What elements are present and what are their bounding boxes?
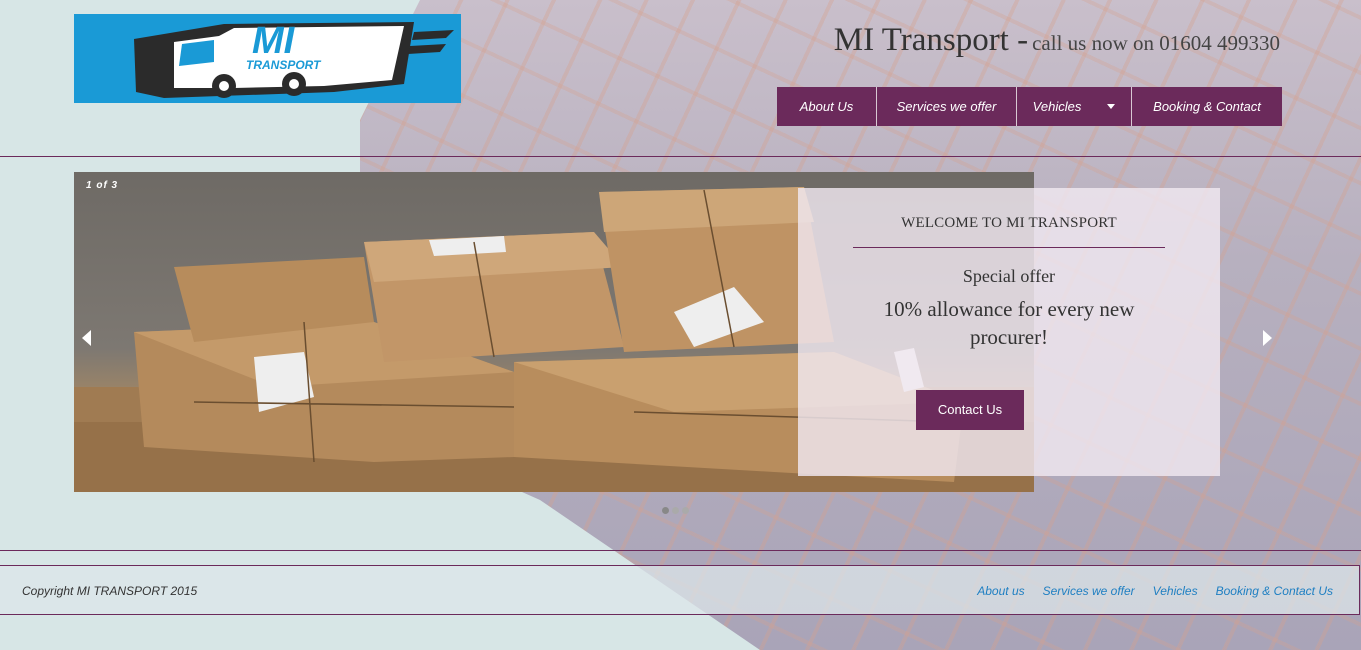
slider-pagination (662, 507, 689, 514)
slider-dot-3[interactable] (682, 507, 689, 514)
nav-booking-label: Booking & Contact (1153, 99, 1261, 114)
footer-link-vehicles[interactable]: Vehicles (1153, 584, 1198, 598)
footer-link-about[interactable]: About us (977, 584, 1024, 598)
slide-counter: 1 of 3 (86, 180, 119, 191)
site-logo[interactable]: MI TRANSPORT (74, 14, 461, 103)
logo-subtext: TRANSPORT (246, 58, 321, 72)
main-nav: About Us Services we offer Vehicles Book… (777, 87, 1282, 126)
footer-link-services[interactable]: Services we offer (1043, 584, 1135, 598)
welcome-divider (853, 247, 1165, 248)
welcome-title: WELCOME TO MI TRANSPORT (901, 215, 1117, 231)
site-footer: Copyright MI TRANSPORT 2015 About us Ser… (0, 565, 1360, 615)
nav-about-us-label: About Us (799, 99, 854, 114)
slider-dot-2[interactable] (672, 507, 679, 514)
phone-number: call us now on 01604 499330 (1032, 31, 1280, 55)
copyright-text: Copyright MI TRANSPORT 2015 (22, 584, 198, 598)
logo-text: MI (252, 20, 295, 62)
footer-divider (0, 550, 1361, 551)
nav-about-us[interactable]: About Us (777, 87, 877, 126)
slider-next-arrow-icon[interactable] (1263, 330, 1272, 346)
nav-vehicles[interactable]: Vehicles (1017, 87, 1132, 126)
slider-dot-1[interactable] (662, 507, 669, 514)
site-title-main: MI Transport - (833, 22, 1029, 58)
nav-services-label: Services we offer (896, 99, 997, 114)
nav-vehicles-label: Vehicles (1032, 99, 1082, 114)
offer-text: 10% allowance for every new procurer! (883, 297, 1135, 349)
site-title: MI Transport - call us now on 01604 4993… (834, 22, 1280, 59)
nav-services[interactable]: Services we offer (877, 87, 1017, 126)
nav-booking-contact[interactable]: Booking & Contact (1132, 87, 1282, 126)
slider-prev-arrow-icon[interactable] (82, 330, 91, 346)
special-offer-label: Special offer (962, 266, 1056, 286)
footer-nav: About us Services we offer Vehicles Book… (977, 584, 1333, 598)
chevron-down-icon (1107, 104, 1116, 109)
contact-us-button[interactable]: Contact Us (916, 390, 1024, 430)
footer-link-booking[interactable]: Booking & Contact Us (1216, 584, 1333, 598)
header-divider (0, 156, 1361, 157)
welcome-panel: WELCOME TO MI TRANSPORT Special offer 10… (798, 188, 1220, 476)
